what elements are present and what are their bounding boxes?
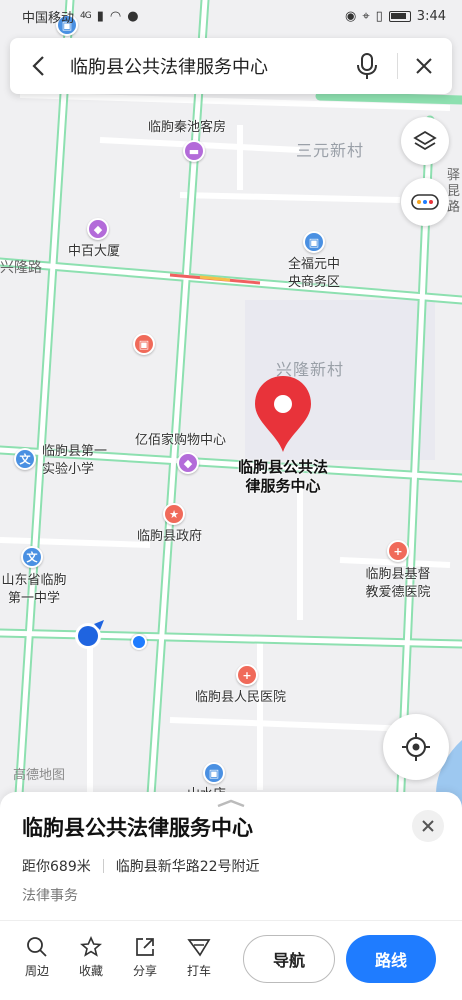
bottom-poi-icon[interactable]: ▣ — [203, 762, 225, 784]
favorite-button[interactable]: 收藏 — [71, 936, 111, 979]
map-canvas[interactable]: 三元新村 兴隆新村 兴隆路 驿 昆 路 ▣ ▬ 临朐秦池客房 ◆ 中百大厦 ▣ … — [0, 0, 462, 810]
destination-label-line1: 临朐县公共法 — [237, 458, 329, 476]
meta-divider — [102, 859, 104, 873]
road-label-xinglong: 兴隆路 — [0, 260, 42, 276]
favorite-label: 收藏 — [78, 964, 103, 978]
poi-label-school[interactable]: 临朐县第一 实验小学 — [42, 443, 107, 479]
people-hospital-icon[interactable]: + — [236, 664, 258, 686]
status-bar: 中国移动 4G ▮ ◠ ● ◉ ⌖ ▯ 3:44 — [0, 0, 462, 32]
poi-label-church-hospital-line1: 临朐县基督 — [365, 567, 431, 582]
place-detail-sheet[interactable]: 临朐县公共法律服务中心 距你689米 临朐县新华路22号附近 法律事务 周边 收… — [0, 792, 462, 1000]
carrier-name: 中国移动 — [22, 10, 75, 26]
place-meta: 距你689米 临朐县新华路22号附近 — [22, 856, 260, 876]
poi-label-church-hospital[interactable]: 临朐县基督 教爱德医院 — [365, 566, 430, 602]
user-location-icon — [75, 620, 104, 649]
middle-school-icon[interactable]: 文 — [21, 546, 43, 568]
clock: 3:44 — [416, 8, 446, 24]
more-tools-icon — [411, 194, 439, 210]
crosshair-icon — [402, 733, 430, 761]
hotel-icon[interactable]: ▬ — [183, 140, 205, 162]
poi-label-quanfuyuan-line2: 央商务区 — [287, 275, 341, 290]
eye-icon: ◉ — [344, 8, 357, 24]
place-category: 法律事务 — [22, 888, 78, 904]
layers-icon — [413, 130, 437, 151]
service-icon[interactable]: ▣ — [133, 333, 155, 355]
taxi-icon — [187, 939, 211, 957]
poi-label-zhongbai[interactable]: 中百大厦 — [68, 243, 120, 261]
taxi-label: 打车 — [186, 964, 211, 978]
poi-label-church-hospital-line2: 教爱德医院 — [365, 585, 431, 600]
voice-search-button[interactable] — [345, 52, 389, 80]
school-icon[interactable]: 文 — [14, 448, 36, 470]
building-icon[interactable]: ▣ — [303, 231, 325, 253]
battery-icon — [388, 10, 411, 22]
map-watermark: 高德地图 — [13, 768, 66, 783]
route-button[interactable]: 路线 — [346, 935, 436, 983]
bus-stop-icon[interactable] — [131, 634, 147, 650]
poi-label-school-line1: 临朐县第一 — [42, 444, 108, 459]
more-tools-button[interactable] — [401, 178, 449, 226]
poi-label-quanfuyuan[interactable]: 全福元中 央商务区 — [288, 256, 340, 292]
close-icon — [422, 820, 434, 832]
star-icon — [80, 936, 102, 957]
poi-label-qinchi-hotel[interactable]: 临朐秦池客房 — [148, 119, 226, 137]
message-icon: ● — [127, 8, 139, 24]
sheet-handle-icon[interactable] — [216, 798, 246, 808]
chevron-left-icon — [32, 56, 44, 76]
place-title: 临朐县公共法律服务中心 — [22, 816, 253, 840]
area-label-sanyuan: 三元新村 — [296, 141, 365, 160]
hospital-icon[interactable]: + — [387, 540, 409, 562]
wifi-icon: ◠ — [109, 8, 122, 24]
poi-label-middle-school[interactable]: 山东省临朐 第一中学 — [1, 572, 66, 608]
vibrate-icon: ▯ — [375, 8, 383, 24]
back-button[interactable] — [20, 55, 56, 77]
poi-label-middle-school-line1: 山东省临朐 — [1, 573, 67, 588]
nearby-button[interactable]: 周边 — [17, 936, 57, 979]
poi-label-school-line2: 实验小学 — [42, 462, 95, 477]
share-icon — [136, 938, 154, 956]
poi-label-yibaijia[interactable]: 亿佰家购物中心 — [135, 432, 226, 450]
signal-icon: ▮ — [96, 8, 104, 24]
government-icon[interactable]: ★ — [163, 503, 185, 525]
action-bar: 周边 收藏 分享 打车 导航 路线 — [0, 930, 462, 990]
shopping-icon[interactable]: ◆ — [87, 218, 109, 240]
share-label: 分享 — [132, 964, 157, 978]
poi-label-people-hospital[interactable]: 临朐县人民医院 — [195, 689, 286, 707]
locate-me-button[interactable] — [383, 714, 449, 780]
microphone-icon — [357, 53, 377, 79]
destination-label[interactable]: 临朐县公共法 律服务中心 — [238, 458, 328, 496]
search-icon — [27, 937, 47, 957]
poi-label-quanfuyuan-line1: 全福元中 — [287, 257, 341, 272]
nearby-label: 周边 — [24, 964, 49, 978]
search-query[interactable]: 临朐县公共法律服务中心 — [56, 53, 345, 79]
network-type: 4G — [80, 11, 92, 21]
destination-label-line2: 律服务中心 — [245, 477, 321, 495]
close-icon — [416, 58, 432, 74]
navigate-button[interactable]: 导航 — [243, 935, 335, 983]
place-distance: 距你689米 — [22, 859, 91, 875]
place-address: 临朐县新华路22号附近 — [115, 859, 260, 875]
taxi-button[interactable]: 打车 — [179, 936, 219, 979]
destination-pin-icon[interactable] — [253, 374, 313, 456]
road-label-edge: 驿 昆 路 — [447, 168, 461, 215]
sheet-close-button[interactable] — [412, 810, 444, 842]
poi-label-middle-school-line2: 第一中学 — [7, 591, 61, 606]
search-divider — [397, 53, 398, 79]
share-button[interactable]: 分享 — [125, 936, 165, 979]
poi-label-government[interactable]: 临朐县政府 — [137, 528, 202, 546]
mall-icon[interactable]: ◆ — [177, 452, 199, 474]
clear-search-button[interactable] — [406, 57, 442, 75]
search-bar[interactable]: 临朐县公共法律服务中心 — [10, 38, 452, 94]
layers-button[interactable] — [401, 117, 449, 165]
location-status-icon: ⌖ — [362, 8, 370, 24]
sheet-divider — [0, 920, 462, 921]
